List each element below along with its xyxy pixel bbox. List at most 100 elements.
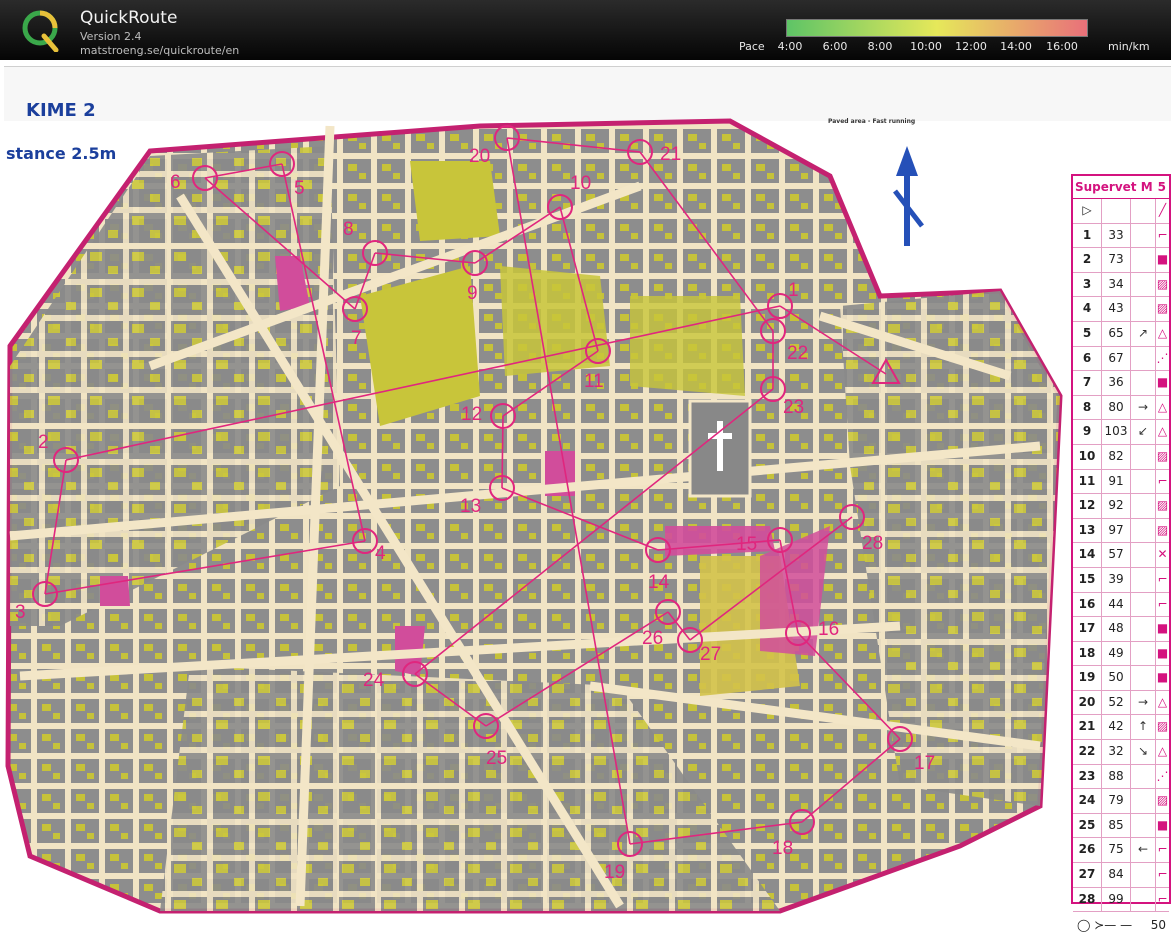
map-title-fragment: KIME 2 bbox=[26, 100, 96, 121]
direction-symbol bbox=[1131, 617, 1156, 641]
legend-row: 3 34 ▨ bbox=[1073, 272, 1169, 298]
legend-row: 18 49 ■ bbox=[1073, 641, 1169, 667]
pace-tick-label: 4:00 bbox=[777, 40, 803, 53]
control-code: 44 bbox=[1102, 592, 1131, 617]
feature-symbol: ✕ bbox=[1157, 547, 1168, 562]
control-code: 48 bbox=[1102, 617, 1131, 641]
legend-row: 19 50 ■ bbox=[1073, 666, 1169, 691]
legend-row: 11 91 ⌐ bbox=[1073, 469, 1169, 495]
control-label: 28 bbox=[862, 533, 883, 554]
control-label: 18 bbox=[772, 838, 793, 859]
control-code: 91 bbox=[1102, 469, 1131, 494]
park-area-center bbox=[500, 266, 610, 376]
feature-symbol: △ bbox=[1157, 744, 1168, 759]
control-code: 103 bbox=[1102, 420, 1131, 444]
direction-symbol: ↑ bbox=[1131, 715, 1156, 740]
control-label: 14 bbox=[648, 572, 670, 593]
direction-symbol bbox=[1131, 444, 1156, 469]
control-code: 42 bbox=[1102, 715, 1131, 740]
control-number: 19 bbox=[1073, 666, 1102, 690]
legend-title: Supervet M 5 bbox=[1073, 176, 1169, 199]
control-label: 17 bbox=[914, 753, 935, 774]
control-number: 27 bbox=[1073, 863, 1102, 887]
feature-symbol: △ bbox=[1157, 325, 1168, 340]
direction-symbol bbox=[1131, 469, 1156, 494]
legend-row: 28 99 ⌐ bbox=[1073, 887, 1169, 913]
feature-symbol: ▨ bbox=[1156, 448, 1169, 463]
control-number: 20 bbox=[1073, 690, 1102, 715]
control-label: 2 bbox=[38, 432, 49, 453]
control-number: 2 bbox=[1073, 248, 1102, 272]
legend-row: 22 32 ↘ △ bbox=[1073, 740, 1169, 765]
legend-row: 7 36 ■ bbox=[1073, 371, 1169, 396]
feature-symbol: ■ bbox=[1156, 621, 1169, 636]
app-version: Version 2.4 bbox=[80, 30, 142, 43]
control-label: 4 bbox=[375, 543, 386, 564]
control-number: 21 bbox=[1073, 715, 1102, 740]
pace-tick-label: 8:00 bbox=[867, 40, 893, 53]
legend-row: 9 103 ↙ △ bbox=[1073, 420, 1169, 445]
control-label: 20 bbox=[469, 146, 490, 167]
direction-symbol bbox=[1131, 297, 1156, 321]
feature-symbol: ▨ bbox=[1156, 719, 1169, 734]
control-code: 43 bbox=[1102, 297, 1131, 321]
control-number: 12 bbox=[1073, 494, 1102, 518]
control-code: 79 bbox=[1102, 789, 1131, 813]
pace-gradient-bar bbox=[786, 19, 1088, 37]
control-label: 3 bbox=[15, 602, 26, 623]
direction-symbol: → bbox=[1131, 690, 1156, 715]
control-label: 7 bbox=[351, 328, 362, 349]
control-number: 6 bbox=[1073, 346, 1102, 371]
control-label: 16 bbox=[818, 619, 839, 640]
control-number: 3 bbox=[1073, 272, 1102, 297]
control-label: 26 bbox=[642, 628, 663, 649]
direction-symbol: → bbox=[1131, 395, 1156, 420]
control-label: 27 bbox=[700, 644, 721, 665]
app-url-link[interactable]: matstroeng.se/quickroute/en bbox=[80, 44, 239, 57]
direction-symbol bbox=[1131, 666, 1156, 690]
feature-symbol: ■ bbox=[1156, 817, 1169, 832]
direction-symbol bbox=[1131, 248, 1156, 272]
orienteering-map[interactable]: 1234567891011121314151617181920 212223242… bbox=[0, 66, 1171, 917]
legend-row: 8 80 → △ bbox=[1073, 395, 1169, 421]
control-number: 13 bbox=[1073, 518, 1102, 543]
control-label: 5 bbox=[294, 178, 305, 199]
direction-symbol bbox=[1131, 789, 1156, 813]
control-number: 25 bbox=[1073, 813, 1102, 838]
control-number: 9 bbox=[1073, 420, 1102, 444]
control-code: 34 bbox=[1102, 272, 1131, 297]
control-label: 1 bbox=[788, 280, 799, 301]
control-code: 73 bbox=[1102, 248, 1131, 272]
feature-symbol: ⋰ bbox=[1156, 768, 1169, 783]
direction-symbol bbox=[1131, 764, 1156, 789]
feature-symbol: ■ bbox=[1156, 252, 1169, 267]
legend-row: 16 44 ⌐ bbox=[1073, 592, 1169, 618]
legend-row: 2 73 ■ bbox=[1073, 248, 1169, 273]
direction-symbol bbox=[1131, 863, 1156, 887]
control-label: 8 bbox=[343, 219, 354, 240]
legend-row: 20 52 → △ bbox=[1073, 690, 1169, 716]
control-number: 18 bbox=[1073, 641, 1102, 666]
pace-tick-label: 12:00 bbox=[955, 40, 987, 53]
control-code: 52 bbox=[1102, 690, 1131, 715]
control-code: 92 bbox=[1102, 494, 1131, 518]
control-label: 9 bbox=[467, 283, 478, 304]
control-label: 6 bbox=[170, 172, 181, 193]
map-legend-heading: Paved area - Fast running bbox=[828, 118, 916, 125]
feature-symbol: ■ bbox=[1156, 670, 1169, 685]
feature-symbol: ■ bbox=[1156, 375, 1169, 390]
control-code: 50 bbox=[1102, 666, 1131, 690]
control-number: 7 bbox=[1073, 371, 1102, 395]
feature-symbol: ⌐ bbox=[1157, 571, 1168, 586]
legend-row: 25 85 ■ bbox=[1073, 813, 1169, 839]
control-number: 10 bbox=[1073, 444, 1102, 469]
legend-row: 5 65 ↗ △ bbox=[1073, 321, 1169, 347]
legend-start-row: ▷ ╱ bbox=[1073, 199, 1169, 224]
direction-symbol bbox=[1131, 494, 1156, 518]
legend-row: 15 39 ⌐ bbox=[1073, 567, 1169, 593]
feature-symbol: △ bbox=[1157, 424, 1168, 439]
feature-symbol: ■ bbox=[1156, 645, 1169, 660]
direction-symbol: ← bbox=[1131, 838, 1156, 863]
feature-symbol: ⌐ bbox=[1157, 227, 1168, 242]
control-code: 97 bbox=[1102, 518, 1131, 543]
